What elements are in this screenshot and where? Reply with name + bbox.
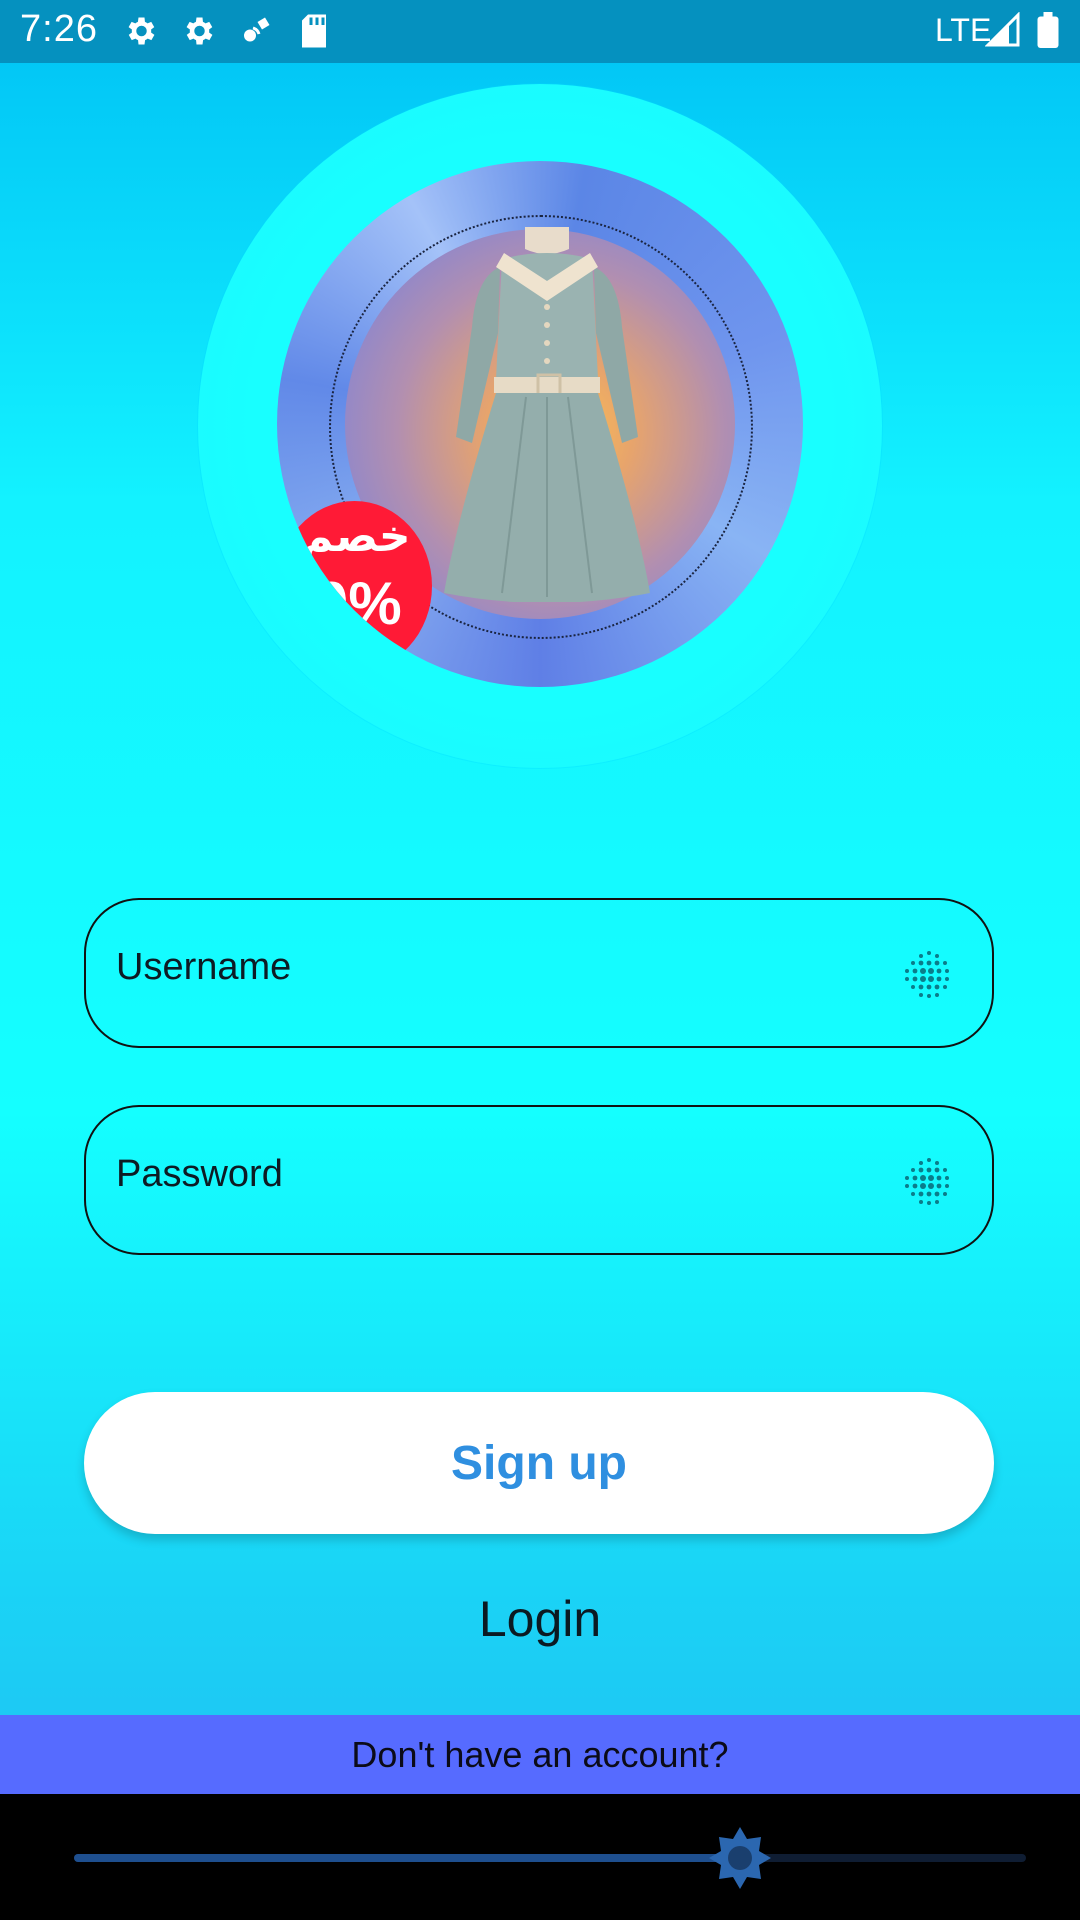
fingerprint-dots-icon (902, 950, 956, 1008)
discount-percent: 0% (315, 570, 402, 637)
cell-signal-icon (984, 11, 1021, 52)
username-label: Username (116, 946, 292, 988)
login-link[interactable]: Login (0, 1590, 1080, 1648)
sd-card-icon (298, 13, 330, 53)
cast-icon (238, 13, 274, 53)
brightness-slider[interactable] (74, 1854, 1026, 1862)
no-account-footer[interactable]: Don't have an account? (0, 1715, 1080, 1794)
discount-label: خصم (301, 511, 411, 562)
settings-gear-icon (180, 13, 216, 53)
discount-badge: خصم 0% (277, 501, 432, 671)
login-screen: 7:26 LTE خصم 0% Username Password Sign u… (0, 0, 1080, 1794)
username-field[interactable]: Username (84, 898, 994, 1048)
brightness-panel (0, 1794, 1080, 1920)
fingerprint-dots-icon (902, 1157, 956, 1215)
status-time: 7:26 (20, 8, 98, 50)
network-type: LTE (935, 12, 992, 48)
password-label: Password (116, 1153, 283, 1195)
brightness-icon[interactable] (707, 1825, 773, 1895)
settings-gear-icon (122, 13, 158, 53)
app-logo: خصم 0% (277, 161, 803, 687)
signup-button[interactable]: Sign up (84, 1392, 994, 1534)
brightness-slider-fill (74, 1854, 741, 1862)
dress-image (444, 227, 650, 602)
battery-icon (1036, 12, 1060, 52)
status-bar: 7:26 LTE (0, 0, 1080, 63)
password-field[interactable]: Password (84, 1105, 994, 1255)
